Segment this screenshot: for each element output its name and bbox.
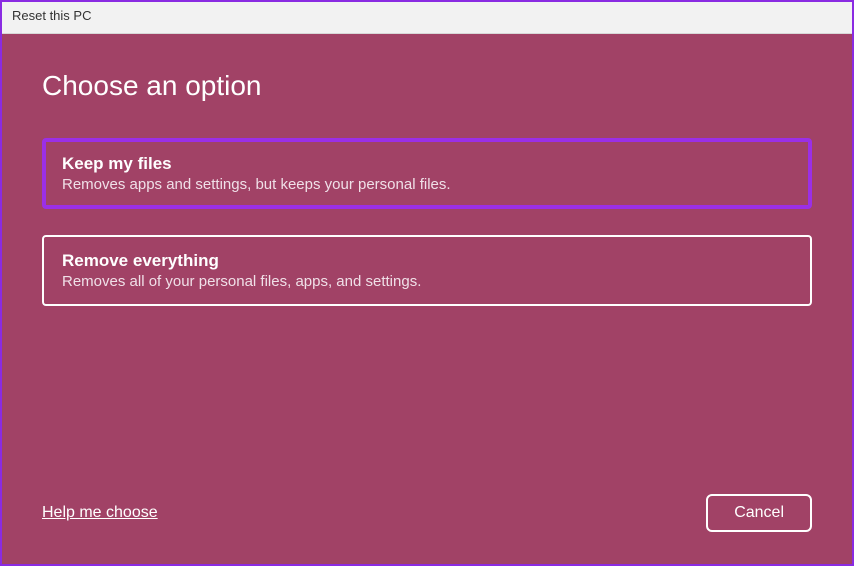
option-title: Remove everything — [62, 251, 792, 271]
option-remove-everything[interactable]: Remove everything Removes all of your pe… — [42, 235, 812, 306]
window-titlebar: Reset this PC — [2, 2, 852, 34]
content-area: Choose an option Keep my files Removes a… — [2, 34, 852, 564]
option-description: Removes all of your personal files, apps… — [62, 273, 792, 290]
cancel-button[interactable]: Cancel — [706, 494, 812, 532]
option-title: Keep my files — [62, 154, 792, 174]
footer: Help me choose Cancel — [42, 494, 812, 540]
reset-pc-window: Reset this PC Choose an option Keep my f… — [0, 0, 854, 566]
window-title: Reset this PC — [12, 8, 91, 23]
option-description: Removes apps and settings, but keeps you… — [62, 176, 792, 193]
page-heading: Choose an option — [42, 70, 812, 102]
help-me-choose-link[interactable]: Help me choose — [42, 504, 158, 522]
option-keep-my-files[interactable]: Keep my files Removes apps and settings,… — [42, 138, 812, 209]
